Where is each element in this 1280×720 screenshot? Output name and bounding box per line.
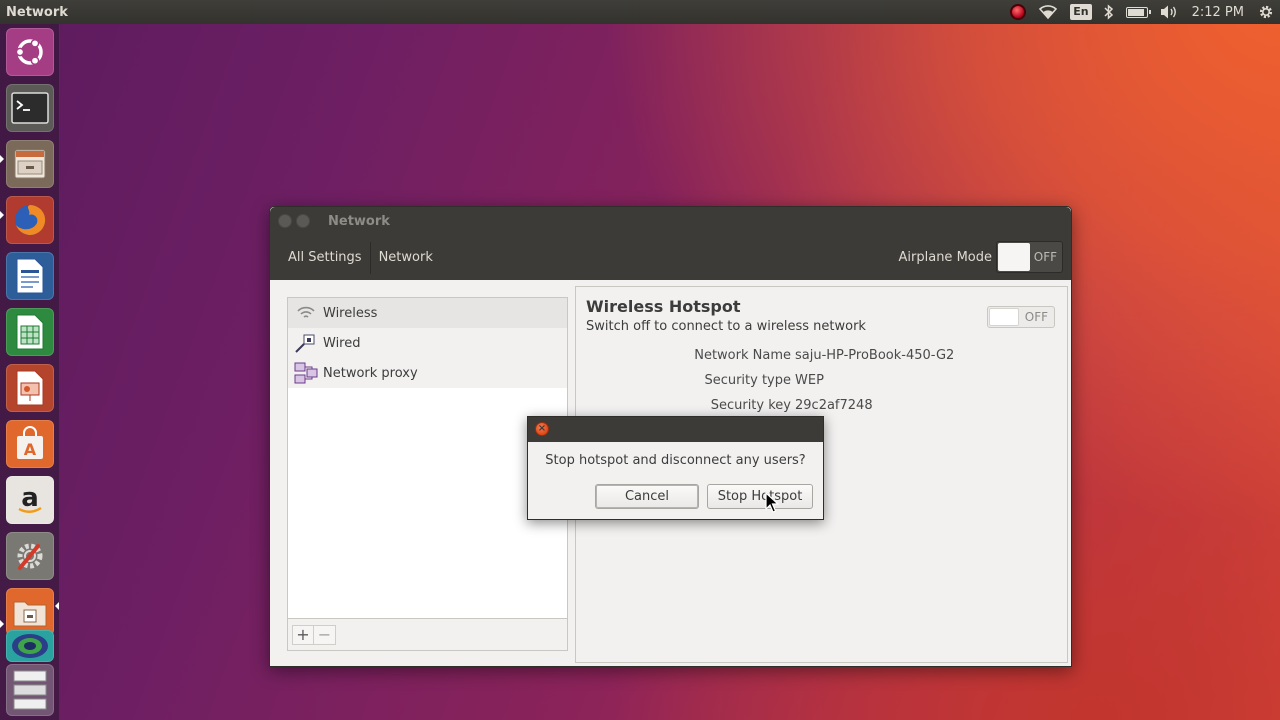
device-list-toolbar: + − <box>287 619 568 651</box>
amazon-icon: a <box>18 483 42 513</box>
airplane-mode: Airplane Mode OFF <box>899 241 1063 273</box>
hotspot-switch-state: OFF <box>1024 310 1048 324</box>
device-row-wireless[interactable]: Wireless <box>288 298 567 328</box>
wifi-icon <box>1039 5 1058 20</box>
device-label: Wired <box>323 335 361 351</box>
launcher-item-dash[interactable] <box>6 28 54 76</box>
field-value: WEP <box>795 373 824 388</box>
launcher-item-system-settings[interactable] <box>6 532 54 580</box>
minimize-button[interactable] <box>296 214 310 228</box>
launcher-item-amazon[interactable]: a <box>6 476 54 524</box>
dialog-titlebar[interactable]: × <box>528 417 823 442</box>
bluetooth-icon <box>1104 4 1113 20</box>
window-title: Network <box>328 213 390 229</box>
record-icon <box>1010 4 1027 20</box>
launcher-item-impress[interactable] <box>6 364 54 412</box>
dialog-close-icon[interactable]: × <box>535 422 549 436</box>
launcher-item-writer[interactable] <box>6 252 54 300</box>
close-button[interactable] <box>278 214 292 228</box>
settings-wrench-gear-icon <box>17 543 43 570</box>
device-row-wired[interactable]: Wired <box>288 328 567 358</box>
gear-icon <box>1259 5 1273 19</box>
file-cabinet-icon <box>14 149 46 179</box>
network-globe-icon <box>12 634 48 658</box>
field-value: 29c2af7248 <box>795 398 873 413</box>
running-indicator <box>0 211 4 219</box>
airplane-mode-label: Airplane Mode <box>898 249 992 265</box>
hotspot-security-type-row: Security type WEP <box>576 373 1069 395</box>
launcher-item-calc[interactable] <box>6 308 54 356</box>
device-row-network-proxy[interactable]: Network proxy <box>288 358 567 388</box>
hotspot-network-name-row: Network Name saju-HP-ProBook-450-G2 <box>576 348 1069 370</box>
terminal-icon <box>11 92 49 124</box>
clock[interactable]: 2:12 PM <box>1192 0 1244 24</box>
airplane-mode-state: OFF <box>1033 250 1057 264</box>
software-bag-icon: A <box>17 426 43 459</box>
launcher: A a <box>0 24 60 720</box>
mouse-pointer-icon <box>765 492 779 513</box>
device-label: Network proxy <box>323 365 418 381</box>
launcher-item-terminal[interactable] <box>6 84 54 132</box>
keyboard-layout-label: En <box>1070 4 1092 20</box>
launcher-item-firefox[interactable] <box>6 196 54 244</box>
cancel-button[interactable]: Cancel <box>595 484 699 509</box>
stop-hotspot-dialog: × Stop hotspot and disconnect any users?… <box>527 416 824 520</box>
window-titlebar[interactable]: Network <box>270 207 1071 235</box>
battery-indicator[interactable] <box>1125 0 1151 24</box>
writer-document-icon <box>16 258 44 294</box>
sound-indicator[interactable] <box>1160 0 1178 24</box>
remove-device-button[interactable]: − <box>314 624 336 645</box>
indicator-area: En 2:12 PM <box>1004 0 1280 24</box>
field-label: Security type <box>704 373 791 388</box>
speaker-icon <box>1160 5 1176 19</box>
launcher-item-files[interactable] <box>6 140 54 188</box>
device-list: Wireless Wired Network proxy <box>287 297 568 619</box>
field-label: Security key <box>710 398 791 413</box>
record-indicator[interactable] <box>1010 0 1027 24</box>
hotspot-switch[interactable]: OFF <box>987 306 1055 328</box>
network-proxy-icon <box>294 362 318 384</box>
calc-spreadsheet-icon <box>16 314 44 350</box>
folder-icon <box>13 601 47 627</box>
bluetooth-indicator[interactable] <box>1104 0 1114 24</box>
system-menu[interactable] <box>1258 0 1274 24</box>
launcher-item-software[interactable]: A <box>6 420 54 468</box>
field-value: saju-HP-ProBook-450-G2 <box>795 348 955 363</box>
device-label: Wireless <box>323 305 378 321</box>
dialog-message: Stop hotspot and disconnect any users? <box>545 453 806 468</box>
svg-text:a: a <box>21 483 39 513</box>
launcher-item-file-manager[interactable] <box>6 588 54 636</box>
impress-presentation-icon <box>16 370 44 406</box>
running-indicator <box>0 155 4 163</box>
stop-hotspot-button[interactable]: Stop Hotspot <box>707 484 813 509</box>
wired-network-icon <box>294 333 318 353</box>
launcher-item-workspaces[interactable] <box>6 664 54 716</box>
window-toolbar: All Settings Network Airplane Mode OFF <box>270 235 1071 280</box>
breadcrumb-all-settings[interactable]: All Settings <box>281 241 371 274</box>
airplane-mode-switch[interactable]: OFF <box>996 241 1063 273</box>
ubuntu-logo-icon <box>15 38 43 66</box>
active-app-indicator <box>55 602 59 610</box>
running-indicator <box>0 620 4 628</box>
keyboard-indicator[interactable]: En <box>1070 0 1092 24</box>
hotspot-title: Wireless Hotspot <box>586 297 741 316</box>
wifi-icon <box>294 303 318 323</box>
launcher-item-network[interactable] <box>6 630 54 662</box>
hotspot-subtitle: Switch off to connect to a wireless netw… <box>586 319 866 334</box>
field-label: Network Name <box>694 348 791 363</box>
breadcrumb-network[interactable]: Network <box>371 242 441 274</box>
battery-icon <box>1125 6 1151 18</box>
firefox-icon <box>15 204 46 235</box>
active-app-title: Network <box>6 4 68 20</box>
svg-text:A: A <box>24 440 37 459</box>
workspace-switcher-icon <box>13 670 47 710</box>
top-panel: Network En 2:12 PM <box>0 0 1280 24</box>
add-device-button[interactable]: + <box>292 624 314 645</box>
wifi-indicator[interactable] <box>1038 0 1058 24</box>
